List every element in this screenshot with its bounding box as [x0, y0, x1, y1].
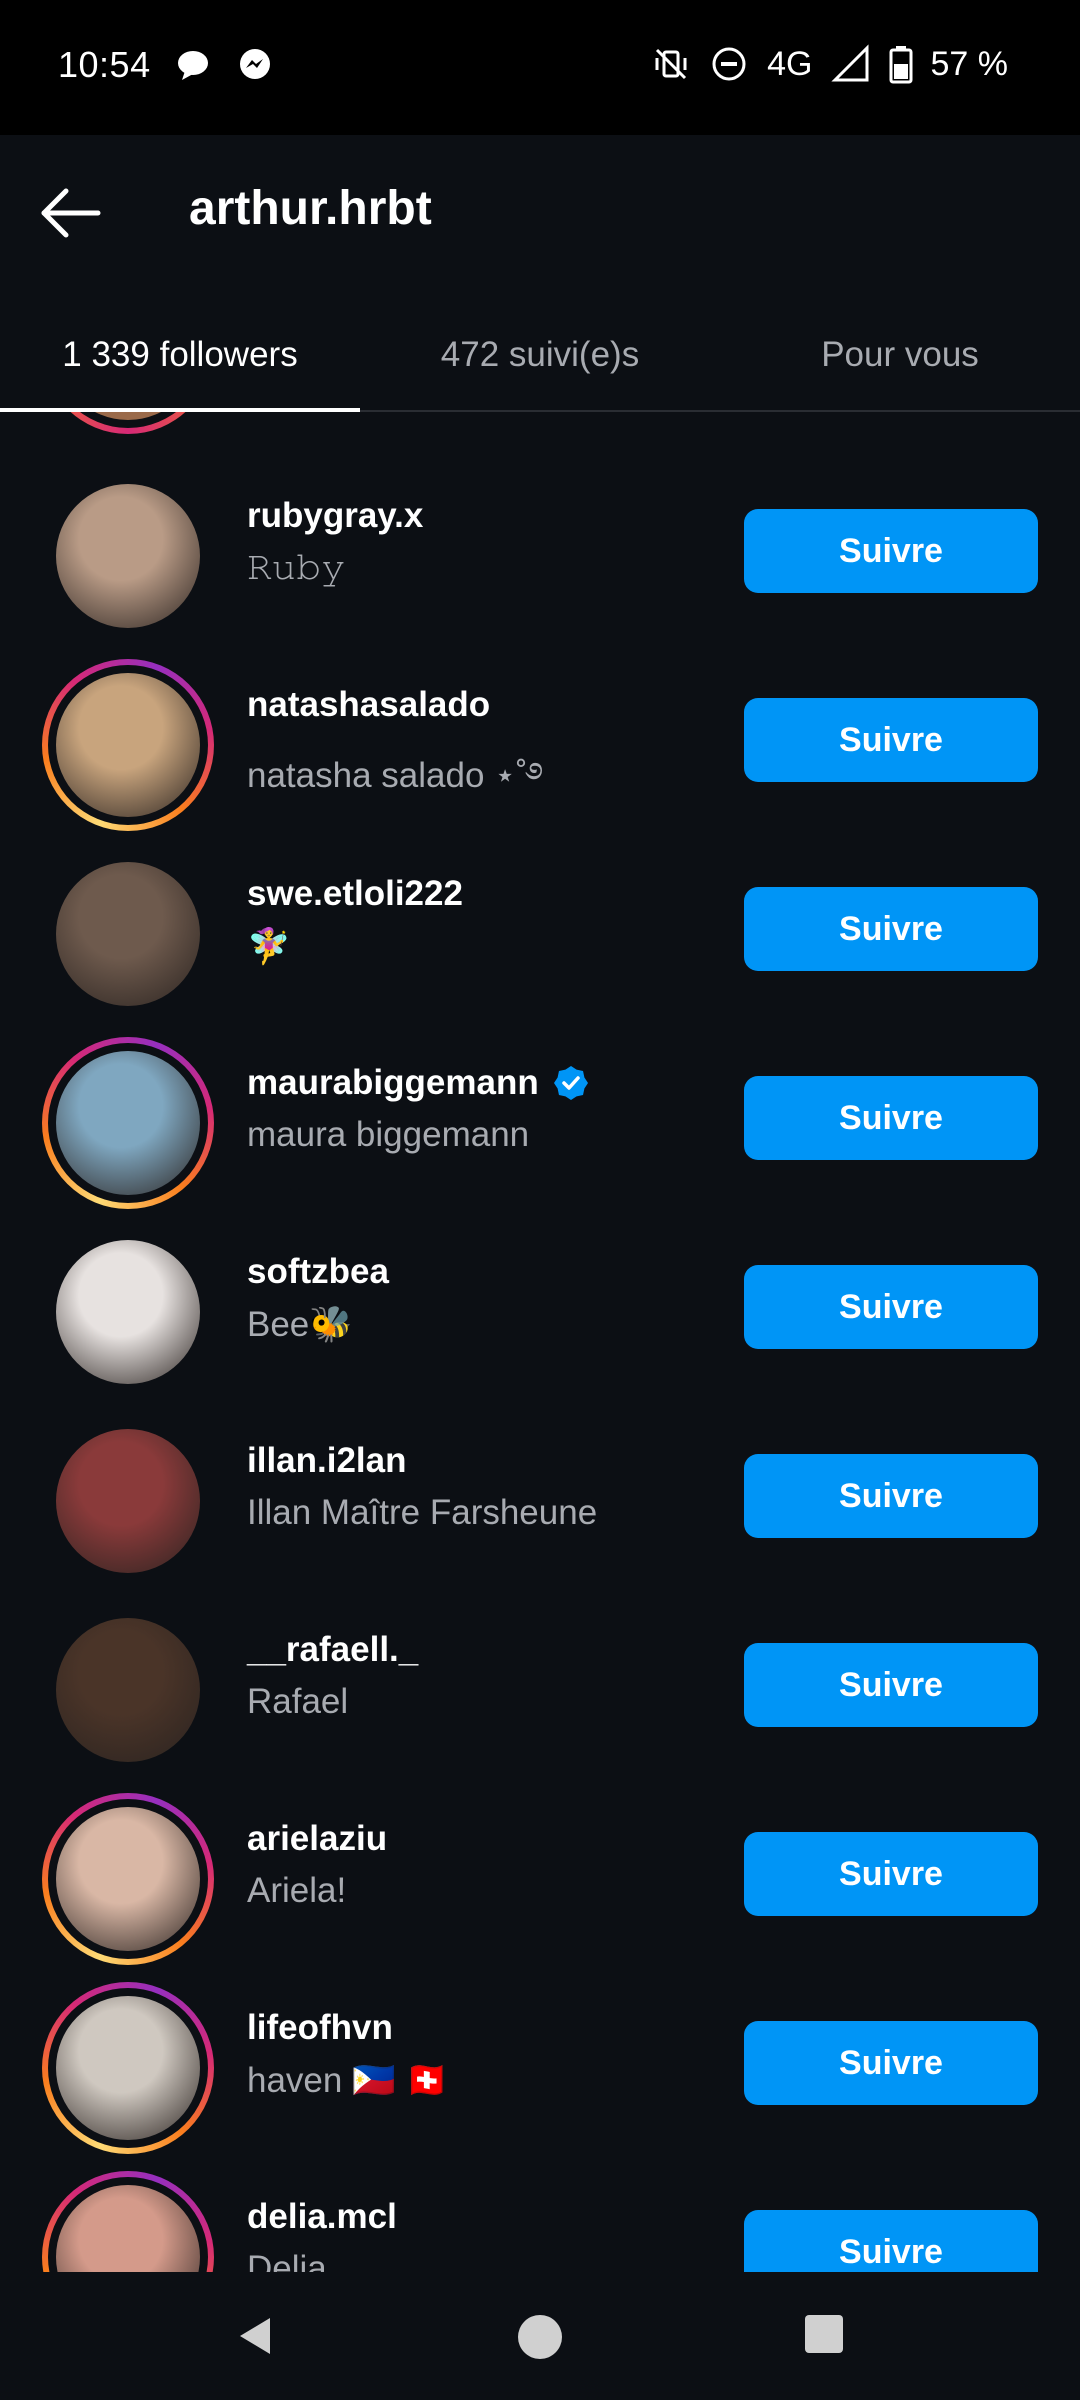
username[interactable]: arielaziu: [247, 1819, 387, 1859]
display-name: maura biggemann: [247, 1115, 530, 1154]
display-name: natasha salado ⋆˚࿔: [247, 756, 544, 795]
list-item[interactable]: maurabiggemann maura biggemann Suivre: [0, 1037, 1080, 1226]
display-name: haven 🇵🇭 🇨🇭: [247, 2061, 449, 2100]
avatar[interactable]: [42, 1982, 214, 2154]
username[interactable]: delia.mcl: [247, 2197, 397, 2237]
list-item[interactable]: arielaziu Ariela! Suivre: [0, 1793, 1080, 1982]
avatar-image: [56, 1240, 200, 1384]
avatar-image: [56, 673, 200, 817]
list-item[interactable]: __rafaell._ Rafael Suivre: [0, 1604, 1080, 1793]
chat-bubble-icon: [173, 45, 213, 85]
nav-home-circle-icon: [518, 2315, 562, 2359]
avatar[interactable]: [42, 2171, 214, 2272]
avatar[interactable]: [42, 1793, 214, 1965]
back-button[interactable]: [36, 183, 108, 243]
nav-back-triangle-icon: [240, 2318, 270, 2354]
avatar[interactable]: [42, 470, 214, 642]
username[interactable]: softzbea: [247, 1252, 389, 1292]
do-not-disturb-icon: [709, 44, 749, 84]
tab-bar: 1 339 followers 472 suivi(e)s Pour vous: [0, 300, 1080, 412]
username-text: lifeofhvn: [247, 2008, 393, 2047]
avatar-image: [56, 1807, 200, 1951]
username-text: softzbea: [247, 1252, 389, 1291]
display-name: 𝚁𝚞𝚋𝚢: [247, 548, 346, 587]
list-item[interactable]: rubygray.x 𝚁𝚞𝚋𝚢 Suivre: [0, 470, 1080, 659]
avatar[interactable]: [42, 659, 214, 831]
tab-followers[interactable]: 1 339 followers: [0, 300, 360, 410]
list-item[interactable]: illan.i2lan Illan Maître Farsheune Suivre: [0, 1415, 1080, 1604]
avatar-image: [56, 862, 200, 1006]
status-time: 10:54: [58, 44, 151, 85]
status-left: 10:54: [58, 44, 275, 86]
list-item[interactable]: natashasalado natasha salado ⋆˚࿔ Suivre: [0, 659, 1080, 848]
avatar[interactable]: [42, 1415, 214, 1587]
messenger-icon: [235, 45, 275, 85]
username[interactable]: lifeofhvn: [247, 2008, 393, 2048]
status-bar: 10:54 4G 57 %: [0, 0, 1080, 135]
system-nav-bar: [0, 2272, 1080, 2400]
list-item[interactable]: softzbea Bee🐝 Suivre: [0, 1226, 1080, 1415]
username-text: maurabiggemann: [247, 1063, 539, 1102]
follow-button[interactable]: Suivre: [744, 2210, 1038, 2272]
username[interactable]: __rafaell._: [247, 1630, 418, 1670]
display-name: Delia: [247, 2249, 327, 2272]
username-text: arielaziu: [247, 1819, 388, 1858]
battery-icon: [889, 44, 913, 84]
username[interactable]: swe.etloli222: [247, 874, 463, 914]
followers-list[interactable]: rubygray.x 𝚁𝚞𝚋𝚢 Suivre natashasalado natasha…: [0, 412, 1080, 2272]
display-name: Rafael: [247, 1682, 349, 1721]
network-type: 4G: [767, 44, 813, 83]
avatar-image: [56, 1618, 200, 1762]
battery-percent: 57 %: [930, 44, 1009, 83]
follow-button[interactable]: Suivre: [744, 1265, 1038, 1349]
header: arthur.hrbt: [0, 135, 1080, 285]
display-name: Ariela!: [247, 1871, 347, 1910]
list-item[interactable]: delia.mcl Delia Suivre: [0, 2171, 1080, 2272]
page-title: arthur.hrbt: [189, 182, 432, 235]
username-text: swe.etloli222: [247, 874, 463, 913]
username-text: illan.i2lan: [247, 1441, 407, 1480]
username-text: __rafaell._: [247, 1630, 419, 1669]
avatar[interactable]: [42, 1226, 214, 1398]
avatar[interactable]: [42, 848, 214, 1020]
username-text: rubygray.x: [247, 496, 424, 535]
follow-button[interactable]: Suivre: [744, 2021, 1038, 2105]
username[interactable]: illan.i2lan: [247, 1441, 407, 1481]
nav-home-button[interactable]: [515, 2312, 565, 2367]
nav-back-button[interactable]: [232, 2312, 280, 2365]
nav-recents-button[interactable]: [802, 2312, 846, 2361]
status-right: 4G 57 %: [651, 44, 1008, 84]
vibrate-off-icon: [651, 44, 691, 84]
list-item[interactable]: lifeofhvn haven 🇵🇭 🇨🇭 Suivre: [0, 1982, 1080, 2171]
nav-recents-square-icon: [805, 2315, 843, 2353]
follow-button[interactable]: Suivre: [744, 1832, 1038, 1916]
avatar[interactable]: [42, 1604, 214, 1776]
follow-button[interactable]: Suivre: [744, 698, 1038, 782]
verified-badge-icon: [553, 1066, 588, 1100]
follow-button[interactable]: Suivre: [744, 887, 1038, 971]
username[interactable]: maurabiggemann: [247, 1063, 589, 1103]
tab-for-you[interactable]: Pour vous: [720, 300, 1080, 410]
tab-following[interactable]: 472 suivi(e)s: [360, 300, 720, 410]
follow-button[interactable]: Suivre: [744, 1076, 1038, 1160]
display-name: Illan Maître Farsheune: [247, 1493, 598, 1532]
avatar-image: [56, 1051, 200, 1195]
username-text: natashasalado: [247, 685, 491, 724]
avatar-image: [56, 1996, 200, 2140]
follow-button[interactable]: Suivre: [744, 1643, 1038, 1727]
username-text: delia.mcl: [247, 2197, 397, 2236]
display-name: Bee🐝: [247, 1305, 353, 1344]
username[interactable]: natashasalado: [247, 685, 490, 725]
avatar-image: [56, 1429, 200, 1573]
arrow-left-icon: [41, 188, 101, 238]
avatar[interactable]: [42, 1037, 214, 1209]
username[interactable]: rubygray.x: [247, 496, 423, 536]
signal-icon: [830, 44, 871, 84]
follow-button[interactable]: Suivre: [744, 1454, 1038, 1538]
avatar-image: [56, 484, 200, 628]
partial-avatar: [42, 412, 214, 434]
list-item[interactable]: swe.etloli222 🧚‍♀️ Suivre: [0, 848, 1080, 1037]
display-name: 🧚‍♀️: [247, 927, 291, 966]
follow-button[interactable]: Suivre: [744, 509, 1038, 593]
